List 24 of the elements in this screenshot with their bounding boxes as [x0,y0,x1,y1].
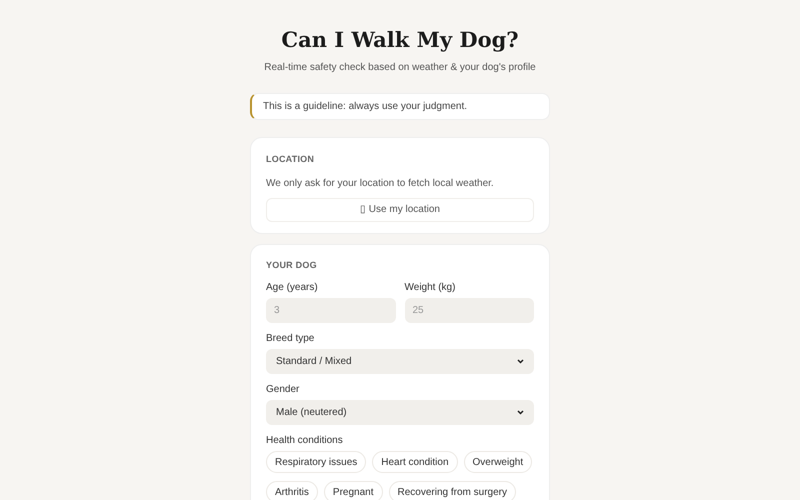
field-label: Breed type [266,332,314,346]
page-title: Can I Walk My Dog? [281,26,519,54]
gender-select[interactable]: Male (neutered) [266,400,534,425]
use-location-button[interactable]: ▯ Use my location [266,198,534,222]
age-input[interactable]: 3 [266,298,396,323]
section-heading: YOUR DOG [266,258,317,272]
page-subtitle: Real-time safety check based on weather & your dog's profile [264,61,536,75]
notice-text: This is a guideline: always use your judgment. [263,100,467,114]
location-note: We only ask for your location to fetch local weather. [266,176,494,190]
health-chip[interactable]: Arthritis [266,481,318,500]
health-chip[interactable]: Respiratory issues [266,451,366,473]
field-label: Health conditions [266,434,343,448]
weight-input[interactable]: 25 [404,298,534,323]
health-chip[interactable]: Recovering from surgery [388,481,516,500]
field-label: Weight (kg) [404,281,456,295]
health-chip[interactable]: Heart condition [372,451,458,473]
health-chip[interactable]: Pregnant [324,481,382,500]
field-label: Age (years) [266,281,318,295]
chevron-icon [517,410,524,415]
section-heading: LOCATION [266,153,314,166]
health-chip[interactable]: Overweight [464,451,532,473]
field-label: Gender [266,383,300,397]
chevron-icon [517,359,524,364]
breed-select[interactable]: Standard / Mixed [266,349,534,374]
